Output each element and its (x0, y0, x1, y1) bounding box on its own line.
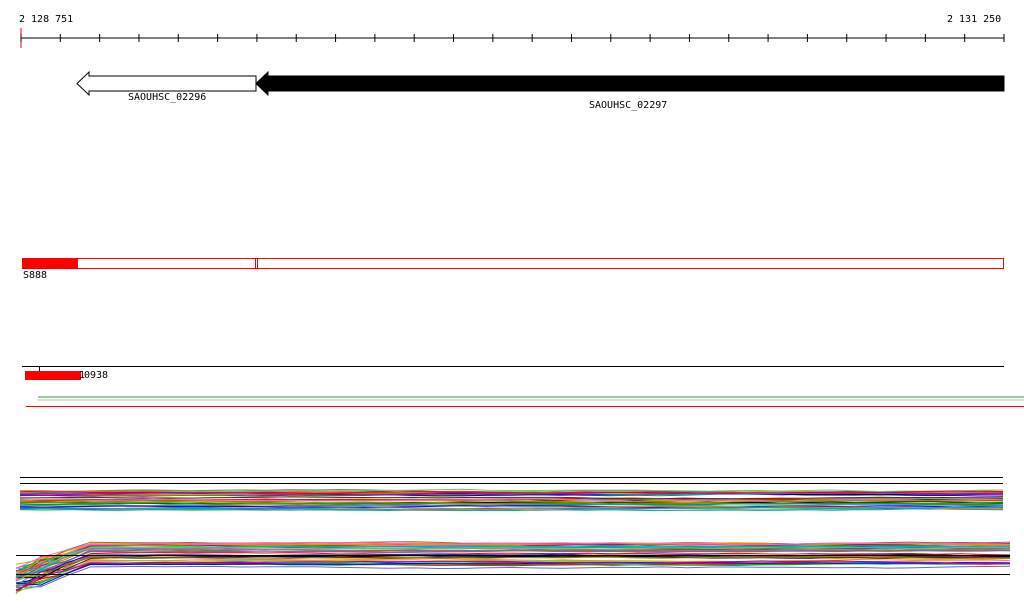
coverage-lines (19, 488, 1004, 512)
gene-label-saouhsc-02297: SAOUHSC_02297 (589, 100, 668, 111)
gene-label-saouhsc-02296: SAOUHSC_02296 (128, 92, 207, 103)
gene-track (76, 70, 1005, 97)
coverage-line (15, 565, 1011, 588)
coverage-track-upper (19, 477, 1004, 512)
ruler (20, 28, 1005, 48)
ruler-end-label: 2 131 250 (947, 14, 1002, 25)
region-filled-segment[interactable] (22, 258, 78, 269)
feature-label: 0938 (84, 370, 109, 381)
feature-track (22, 366, 1024, 407)
region-track (22, 258, 1004, 269)
coverage-track-lower (15, 541, 1011, 594)
gene-arrow-saouhsc-02297[interactable] (255, 70, 1005, 97)
region-outline[interactable] (22, 258, 1004, 269)
coverage-lines (15, 541, 1011, 594)
ruler-start-label: 2 128 751 (19, 14, 74, 25)
genome-viewer: 2 128 751 2 131 250 SAOUHSC_02296 SAOUHS… (0, 0, 1024, 611)
feature-bar[interactable] (25, 371, 81, 380)
region-label: S888 (23, 270, 48, 281)
coverage-line (15, 561, 1011, 584)
